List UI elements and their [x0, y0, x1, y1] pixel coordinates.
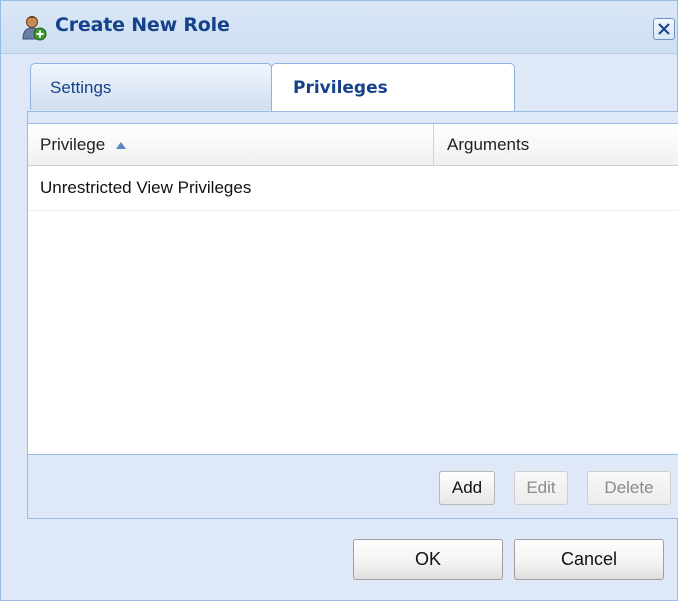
- tab-strip: Settings Privileges: [27, 53, 677, 112]
- add-button[interactable]: Add: [439, 471, 495, 505]
- column-header-arguments[interactable]: Arguments: [434, 124, 678, 165]
- tab-settings[interactable]: Settings: [30, 63, 272, 110]
- ok-button[interactable]: OK: [353, 539, 503, 580]
- dialog-title: Create New Role: [55, 14, 230, 36]
- close-button[interactable]: [653, 18, 675, 40]
- cell-privilege: Unrestricted View Privileges: [40, 178, 252, 197]
- sort-ascending-icon: [115, 123, 126, 164]
- column-header-privilege[interactable]: Privilege: [28, 124, 434, 165]
- grid-toolbar: Add Edit Delete: [28, 454, 678, 518]
- dialog-titlebar: Create New Role: [1, 1, 677, 54]
- dialog-footer: OK Cancel: [1, 519, 677, 600]
- close-icon: [658, 23, 670, 35]
- tab-privileges[interactable]: Privileges: [271, 63, 515, 111]
- user-add-icon: [21, 15, 47, 41]
- edit-button[interactable]: Edit: [514, 471, 568, 505]
- create-role-dialog: Create New Role Settings Privileges Priv…: [0, 0, 678, 601]
- grid-header: Privilege Arguments: [28, 124, 678, 166]
- tab-privileges-label: Privileges: [293, 78, 388, 98]
- privileges-grid: Privilege Arguments Unrestricted View Pr…: [27, 111, 678, 519]
- table-row[interactable]: Unrestricted View Privileges: [28, 166, 678, 211]
- column-header-privilege-label: Privilege: [40, 135, 106, 154]
- column-header-arguments-label: Arguments: [447, 135, 530, 154]
- delete-button[interactable]: Delete: [587, 471, 671, 505]
- tab-settings-label: Settings: [50, 78, 112, 97]
- cancel-button[interactable]: Cancel: [514, 539, 664, 580]
